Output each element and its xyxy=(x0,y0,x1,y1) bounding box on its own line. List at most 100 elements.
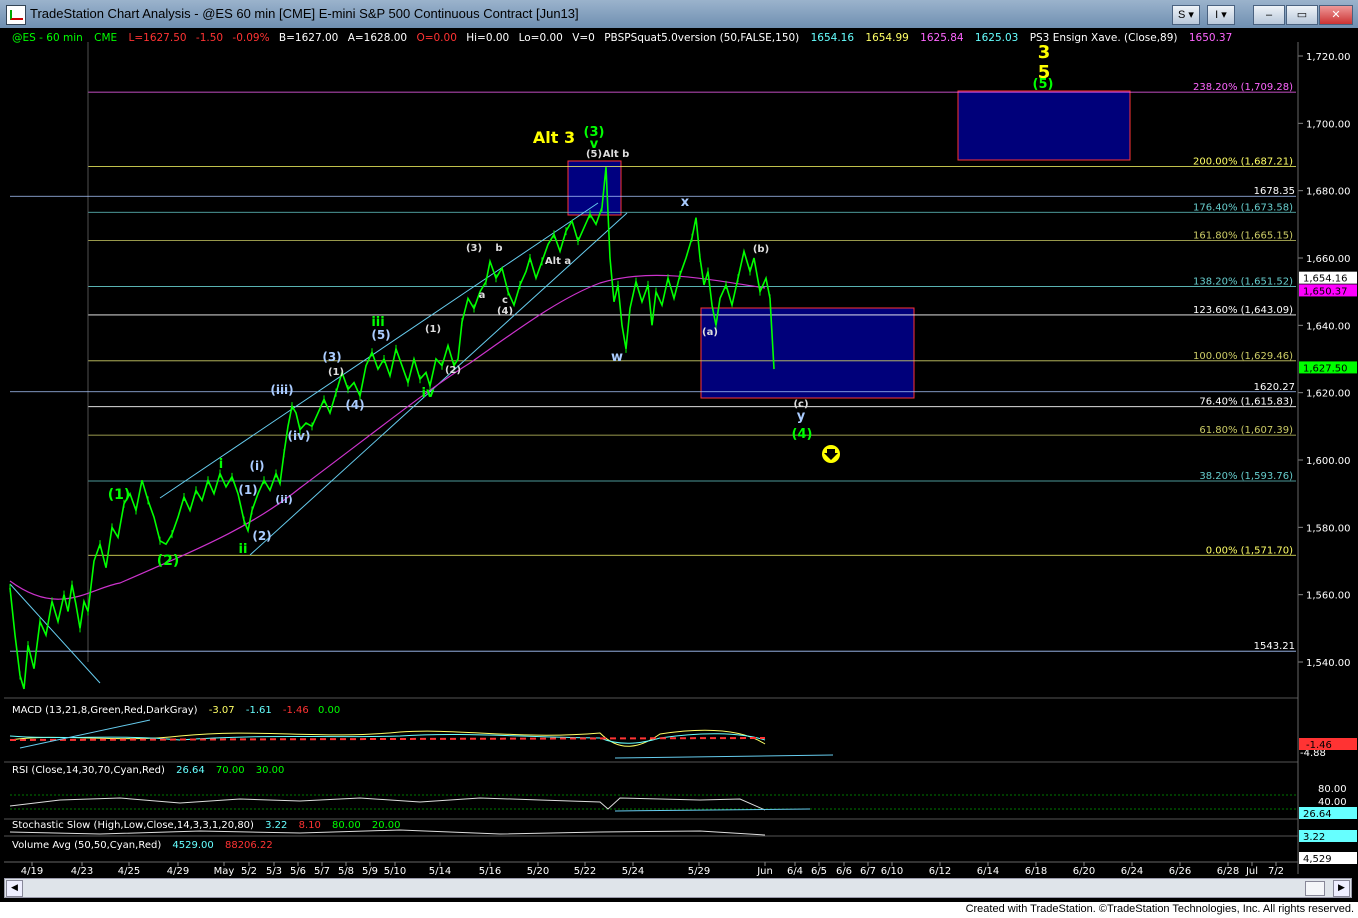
wave-annotation: (1) xyxy=(108,487,131,503)
wave-annotation: y xyxy=(797,409,806,424)
price-tag-label: 1,650.37 xyxy=(1303,286,1348,297)
x-tick-label: 6/20 xyxy=(1073,866,1095,877)
price-tag-label: 1,654.16 xyxy=(1303,274,1348,285)
macd-label: MACD (13,21,8,Green,Red,DarkGray) xyxy=(12,705,198,716)
header-pbs-label: PBSPSquat5.0version (50,FALSE,150) xyxy=(604,32,799,44)
x-tick-label: Jul xyxy=(1245,866,1258,877)
x-tick-label: 5/6 xyxy=(290,866,306,877)
macd-legend: MACD (13,21,8,Green,Red,DarkGray) -3.07 … xyxy=(12,705,340,716)
y-tick-label: 1,640.00 xyxy=(1306,321,1351,332)
maximize-button[interactable]: ▭ xyxy=(1286,5,1318,25)
macd-v4: 0.00 xyxy=(318,705,340,716)
chart-header: @ES - 60 min CME L=1627.50 -1.50 -0.09% … xyxy=(12,32,1232,44)
symbol-link-button[interactable]: S ▾ xyxy=(1172,5,1200,25)
wave-annotation: (a) xyxy=(702,327,718,338)
wave-annotation: (1) xyxy=(328,367,344,378)
stoch-v1: 3.22 xyxy=(265,820,287,831)
x-tick-label: 6/4 xyxy=(787,866,803,877)
volume-tag-label: 4,529 xyxy=(1303,854,1332,865)
chevron-right-icon: ▶ xyxy=(1338,883,1345,893)
wave-annotation: 3 xyxy=(1038,42,1051,63)
stoch-v2: 8.10 xyxy=(299,820,321,831)
x-tick-label: 4/29 xyxy=(167,866,189,877)
x-tick-label: 6/28 xyxy=(1217,866,1239,877)
rsi-legend: RSI (Close,14,30,70,Cyan,Red) 26.64 70.0… xyxy=(12,765,284,776)
header-open: O=0.00 xyxy=(416,32,456,44)
scroll-right-button[interactable]: ▶ xyxy=(1333,880,1350,897)
header-symbol: @ES - 60 min xyxy=(12,32,83,44)
fib-level-label: 138.20% (1,651.52) xyxy=(1193,277,1293,288)
horizontal-scrollbar[interactable]: ◀ ▶ xyxy=(4,878,1352,898)
minimize-button[interactable]: – xyxy=(1253,5,1285,25)
x-tick-label: Jun xyxy=(756,866,773,877)
fib-level-label: 100.00% (1,629.46) xyxy=(1193,351,1293,362)
wave-annotation: (b) xyxy=(753,244,769,255)
x-tick-label: 6/14 xyxy=(977,866,999,877)
price-chart[interactable]: 238.20% (1,709.28) 200.00% (1,687.21) 176.… xyxy=(0,28,1358,878)
minimize-icon: – xyxy=(1265,9,1273,21)
x-tick-label: 5/20 xyxy=(527,866,549,877)
window-title: TradeStation Chart Analysis - @ES 60 min… xyxy=(30,6,579,21)
close-icon: ✕ xyxy=(1331,9,1341,21)
rsi-v3: 30.00 xyxy=(256,765,285,776)
fib-level-label: 61.80% (1,607.39) xyxy=(1199,425,1293,436)
macd-tag-label: -1.46 xyxy=(1306,740,1332,751)
volume-v1: 4529.00 xyxy=(172,840,213,851)
wave-annotation: (4) xyxy=(345,398,364,412)
fib-level-label: 38.20% (1,593.76) xyxy=(1199,471,1293,482)
x-tick-label: 5/8 xyxy=(338,866,354,877)
wave-annotation: (ii) xyxy=(275,493,293,506)
rsi-axis-80: 80.00 xyxy=(1318,784,1347,795)
fib-level-label: 123.60% (1,643.09) xyxy=(1193,305,1293,316)
target-box-wave-4 xyxy=(700,307,915,399)
scroll-left-button[interactable]: ◀ xyxy=(6,880,23,897)
x-tick-label: 6/26 xyxy=(1169,866,1191,877)
x-tick-label: 7/2 xyxy=(1268,866,1284,877)
wave-annotation: iv xyxy=(422,386,435,401)
wave-annotation: (i) xyxy=(249,459,264,473)
x-tick-label: 6/10 xyxy=(881,866,903,877)
fib-level-label: 176.40% (1,673.58) xyxy=(1193,202,1293,213)
fib-level-label: 238.20% (1,709.28) xyxy=(1193,82,1293,93)
chart-background xyxy=(0,28,1358,878)
x-tick-label: 5/29 xyxy=(688,866,710,877)
x-tick-label: 6/12 xyxy=(929,866,951,877)
wave-annotation: (1) xyxy=(238,483,257,497)
maximize-icon: ▭ xyxy=(1296,9,1308,21)
x-tick-label: 5/7 xyxy=(314,866,330,877)
x-tick-label: 6/6 xyxy=(836,866,852,877)
header-pbs-v1: 1654.16 xyxy=(811,32,855,44)
rsi-v1: 26.64 xyxy=(176,765,205,776)
y-tick-label: 1,560.00 xyxy=(1306,591,1351,602)
x-tick-label: 6/7 xyxy=(860,866,876,877)
wave-annotation: (1) xyxy=(425,324,441,335)
fib-level-label: 0.00% (1,571.70) xyxy=(1206,545,1293,556)
macd-v3: -1.46 xyxy=(283,705,309,716)
header-pbs-v4: 1625.03 xyxy=(975,32,1018,44)
y-tick-label: 1,600.00 xyxy=(1306,456,1351,467)
x-tick-label: 5/16 xyxy=(479,866,501,877)
target-box-alt-b xyxy=(567,160,622,216)
wave-annotation: (2) xyxy=(445,365,461,376)
price-tag-label: 1,627.50 xyxy=(1303,363,1348,374)
header-volume: V=0 xyxy=(572,32,595,44)
horizontal-level-label: 1678.35 xyxy=(1254,186,1295,197)
y-tick-label: 1,620.00 xyxy=(1306,389,1351,400)
macd-v2: -1.61 xyxy=(246,705,272,716)
x-tick-label: 5/22 xyxy=(574,866,596,877)
wave-annotation: (5) xyxy=(1033,77,1054,92)
wave-annotation: (4) xyxy=(792,427,813,442)
wave-annotation: x xyxy=(681,195,690,210)
wave-annotation: (5) xyxy=(371,328,390,342)
wave-annotation: ii xyxy=(239,542,248,557)
rsi-tag-label: 26.64 xyxy=(1303,809,1332,820)
wave-annotation: (3) xyxy=(322,350,341,364)
rsi-label: RSI (Close,14,30,70,Cyan,Red) xyxy=(12,765,165,776)
interval-link-button[interactable]: I ▾ xyxy=(1207,5,1235,25)
volume-label: Volume Avg (50,50,Cyan,Red) xyxy=(12,840,161,851)
wave-annotation: (iv) xyxy=(288,429,311,443)
close-button[interactable]: ✕ xyxy=(1319,5,1353,25)
y-tick-label: 1,720.00 xyxy=(1306,52,1351,63)
scroll-thumb[interactable] xyxy=(1305,881,1325,896)
interval-link-label: I xyxy=(1215,9,1219,21)
